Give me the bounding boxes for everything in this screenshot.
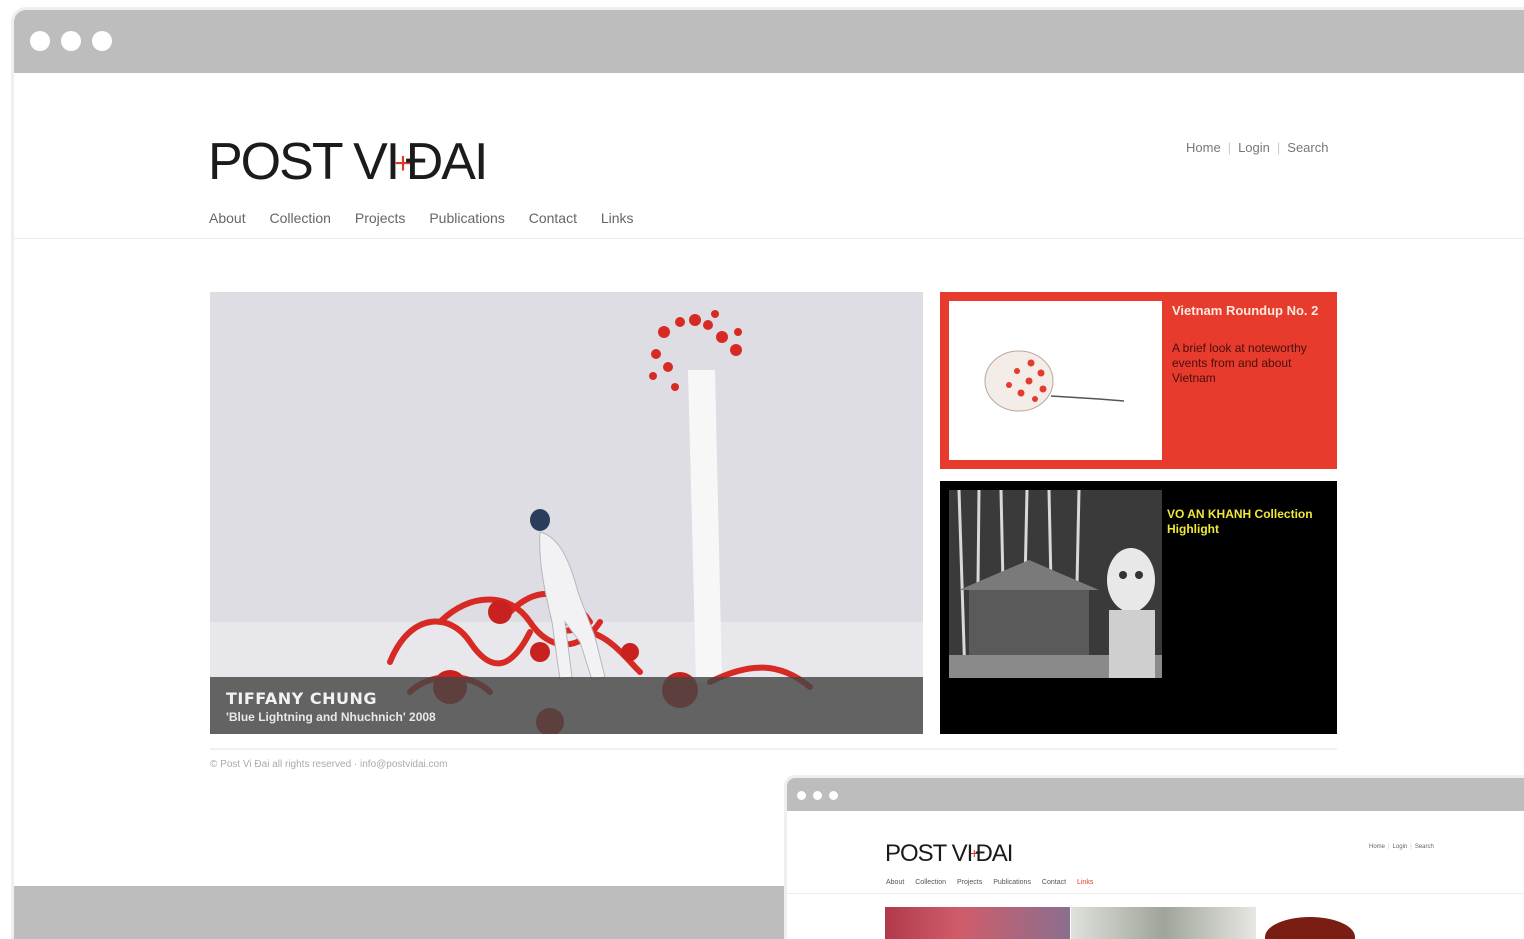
nav-separator: | — [1388, 844, 1390, 850]
feature-card-roundup[interactable]: Vietnam Roundup No. 2 A brief look at no… — [940, 292, 1337, 469]
logo-text-left: POST VI — [208, 133, 400, 191]
main-nav: About Collection Projects Publications C… — [209, 210, 654, 226]
hero-work-title: 'Blue Lightning and Nhuchnich' 2008 — [226, 710, 436, 724]
nav-collection[interactable]: Collection — [915, 879, 946, 886]
nav-search-link[interactable]: Search — [1415, 844, 1434, 850]
nav-home-link[interactable]: Home — [1186, 140, 1221, 155]
inset-thumbnail-image[interactable] — [1071, 907, 1256, 939]
collection-highlight-thumbnail — [949, 490, 1162, 678]
roundup-artwork-image — [949, 301, 1162, 460]
nav-links[interactable]: Links — [601, 210, 634, 226]
nav-projects[interactable]: Projects — [355, 210, 406, 226]
hero-artwork-image — [210, 292, 923, 734]
collection-highlight-title[interactable]: VO AN KHANH Collection Highlight — [1167, 507, 1327, 537]
nav-login-link[interactable]: Login — [1238, 140, 1270, 155]
utility-nav: Home | Login | Search — [1186, 140, 1328, 155]
nav-projects[interactable]: Projects — [957, 879, 982, 886]
window-dot-icon[interactable] — [813, 791, 822, 800]
window-dot-icon[interactable] — [797, 791, 806, 800]
inset-main-nav: About Collection Projects Publications C… — [886, 879, 1102, 886]
nav-collection[interactable]: Collection — [269, 210, 330, 226]
hero-artist-name: TIFFANY CHUNG — [226, 689, 377, 708]
nav-publications[interactable]: Publications — [993, 879, 1031, 886]
inset-utility-nav: Home | Login | Search — [1369, 844, 1434, 850]
nav-search-link[interactable]: Search — [1287, 140, 1328, 155]
roundup-description: A brief look at noteworthy events from a… — [1172, 341, 1307, 385]
collection-highlight-image — [949, 490, 1162, 678]
nav-contact[interactable]: Contact — [529, 210, 577, 226]
logo-text-left: POST VI — [885, 840, 973, 867]
nav-publications[interactable]: Publications — [429, 210, 505, 226]
nav-about[interactable]: About — [209, 210, 246, 226]
nav-separator: | — [1227, 140, 1232, 155]
roundup-thumbnail — [949, 301, 1162, 460]
site-logo[interactable]: POST VI+ĐAI — [208, 132, 489, 194]
nav-separator: | — [1410, 844, 1412, 850]
inset-thumbnail-image[interactable] — [885, 907, 1070, 939]
nav-links-active[interactable]: Links — [1077, 879, 1093, 886]
footer-text: © Post Vi Đai all rights reserved · info… — [210, 759, 448, 770]
logo-text-right: ĐAI — [975, 840, 1013, 867]
nav-about[interactable]: About — [886, 879, 904, 886]
inset-thumbnail-image[interactable] — [1265, 917, 1355, 939]
roundup-title[interactable]: Vietnam Roundup No. 2 — [1172, 303, 1322, 319]
header-divider — [14, 238, 1524, 239]
hero-feature[interactable]: TIFFANY CHUNG 'Blue Lightning and Nhuchn… — [210, 292, 923, 734]
inset-title-bar — [787, 778, 1524, 811]
footer-divider — [210, 748, 1337, 750]
inset-header-divider — [787, 893, 1524, 894]
inset-browser-window: POST VI+ĐAI Home | Login | Search About Coll… — [787, 778, 1524, 939]
hero-caption: TIFFANY CHUNG 'Blue Lightning and Nhuchn… — [210, 677, 923, 734]
window-dot-icon[interactable] — [61, 31, 81, 51]
nav-contact[interactable]: Contact — [1042, 879, 1066, 886]
nav-home-link[interactable]: Home — [1369, 844, 1385, 850]
nav-login-link[interactable]: Login — [1393, 844, 1408, 850]
window-dot-icon[interactable] — [92, 31, 112, 51]
inset-site-logo[interactable]: POST VI+ĐAI — [885, 840, 1013, 868]
feature-card-collection-highlight[interactable]: VO AN KHANH Collection Highlight — [940, 481, 1337, 734]
logo-text-right: ĐAI — [405, 133, 489, 191]
window-dot-icon[interactable] — [30, 31, 50, 51]
nav-separator: | — [1276, 140, 1281, 155]
window-dot-icon[interactable] — [829, 791, 838, 800]
window-title-bar — [14, 10, 1524, 73]
